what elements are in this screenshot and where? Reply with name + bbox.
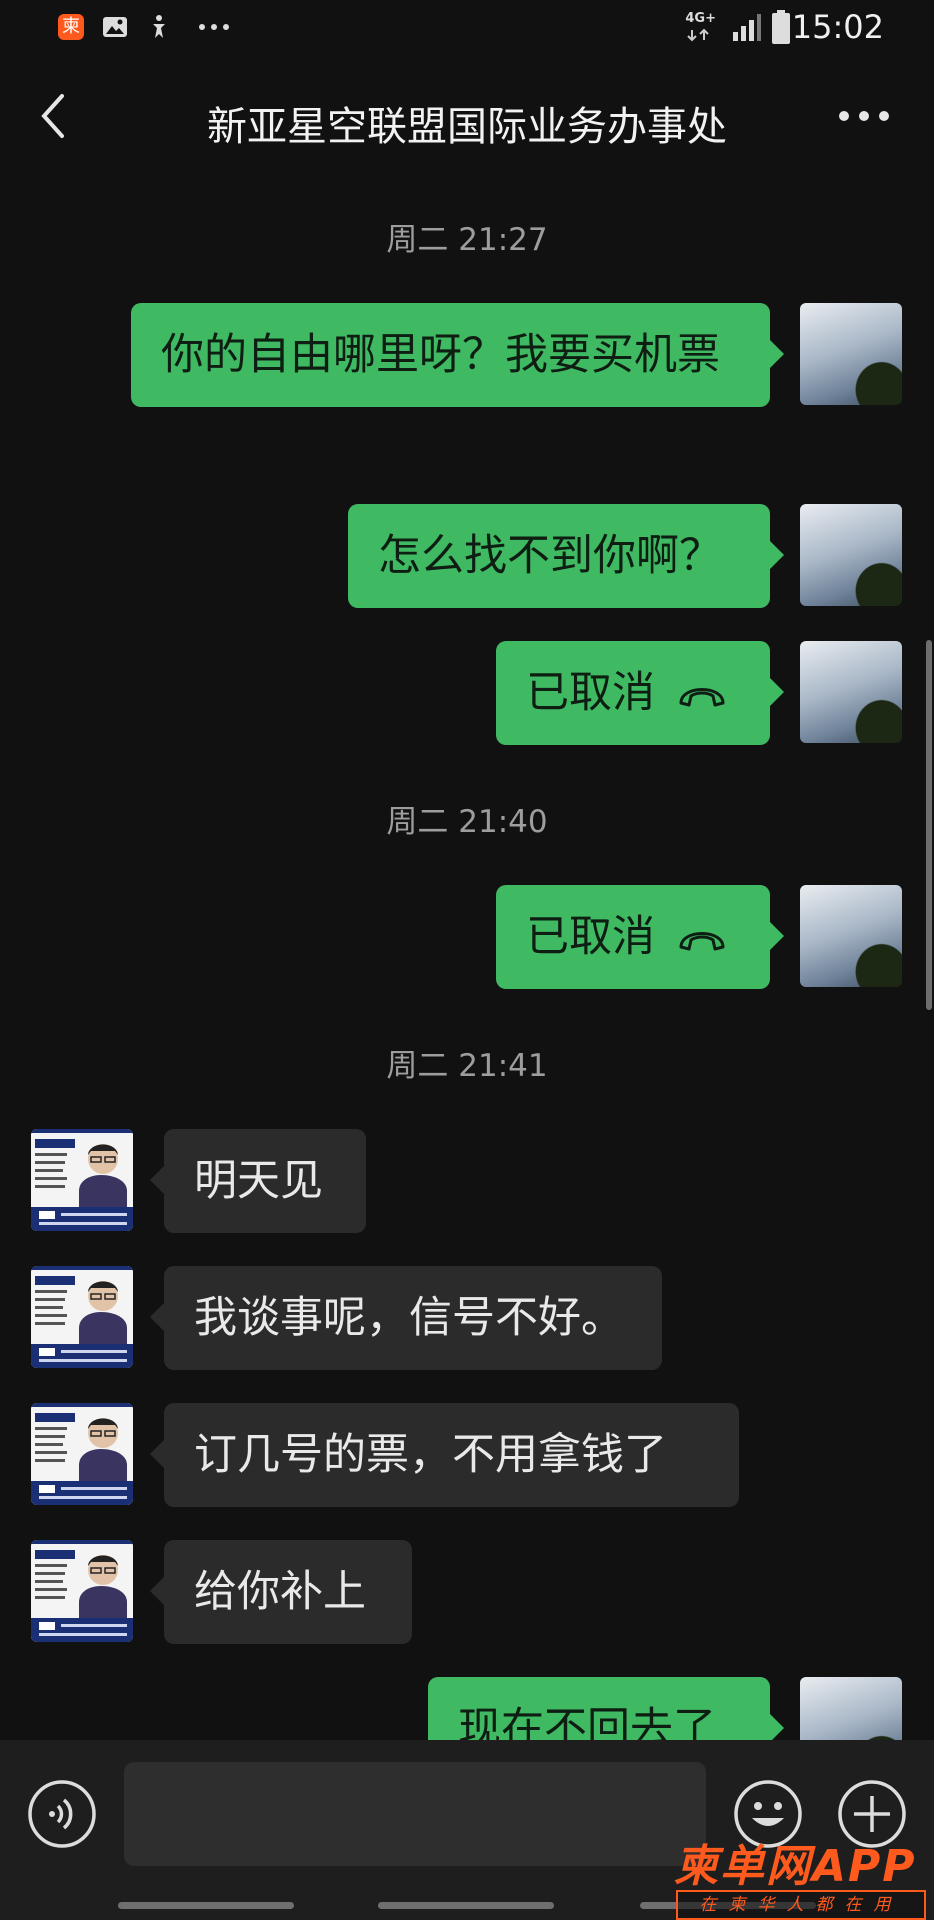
message-bubble-call-cancelled[interactable]: 已取消 [496,885,784,989]
voice-icon[interactable] [26,1778,98,1850]
message-bubble-incoming[interactable]: 订几号的票，不用拿钱了 [150,1403,739,1507]
contact-avatar[interactable] [31,1540,133,1642]
my-avatar[interactable] [800,504,902,606]
message-bubble-incoming[interactable]: 给你补上 [150,1540,412,1644]
nav-gesture-bar [378,1902,554,1909]
message-bubble-outgoing[interactable]: 怎么找不到你啊？ [348,504,784,608]
contact-avatar[interactable] [31,1129,133,1231]
my-avatar[interactable] [800,303,902,405]
network-type: 4G+ [685,11,716,26]
watermark-tagline: 在柬华人都在用 [676,1890,926,1920]
contact-avatar[interactable] [31,1266,133,1368]
watermark-logo: 柬单网APP [674,1841,917,1892]
message-bubble-incoming[interactable]: 我谈事呢，信号不好。 [150,1266,662,1370]
phone-hangup-icon [679,931,725,950]
message-timestamp: 周二 21:40 [386,804,548,840]
status-bar: 柬 4G+ 15:02 [0,0,934,56]
clock: 15:02 [791,8,884,46]
message-input[interactable] [124,1762,706,1866]
accessibility-icon [153,15,165,38]
nav-gesture-bar [118,1902,294,1909]
my-avatar[interactable] [800,885,902,987]
message-timestamp: 周二 21:27 [386,222,548,258]
chevron-left-icon[interactable] [30,90,82,142]
message-bubble-call-cancelled[interactable]: 已取消 [496,641,784,745]
signal-icon [733,14,761,41]
my-avatar[interactable] [800,641,902,743]
app-notification-icon: 柬 [58,14,84,40]
scrollbar[interactable] [926,640,932,1010]
phone-hangup-icon [679,687,725,706]
message-bubble-incoming[interactable]: 明天见 [150,1129,366,1233]
chat-header: 新亚星空联盟国际业务办事处 [0,56,934,178]
more-dots-icon[interactable] [834,96,894,136]
call-status-text: 已取消 [526,912,655,962]
contact-avatar[interactable] [31,1403,133,1505]
chat-title: 新亚星空联盟国际业务办事处 [207,104,727,150]
data-arrows-icon [687,28,709,42]
watermark: 柬单网APP 在柬华人都在用 [674,1830,934,1920]
message-timestamp: 周二 21:41 [386,1048,548,1084]
more-notifications-icon [199,24,229,30]
call-status-text: 已取消 [526,668,655,718]
battery-icon [772,10,790,44]
image-notification-icon [103,17,127,37]
message-bubble-outgoing[interactable]: 你的自由哪里呀？我要买机票 [131,303,784,407]
